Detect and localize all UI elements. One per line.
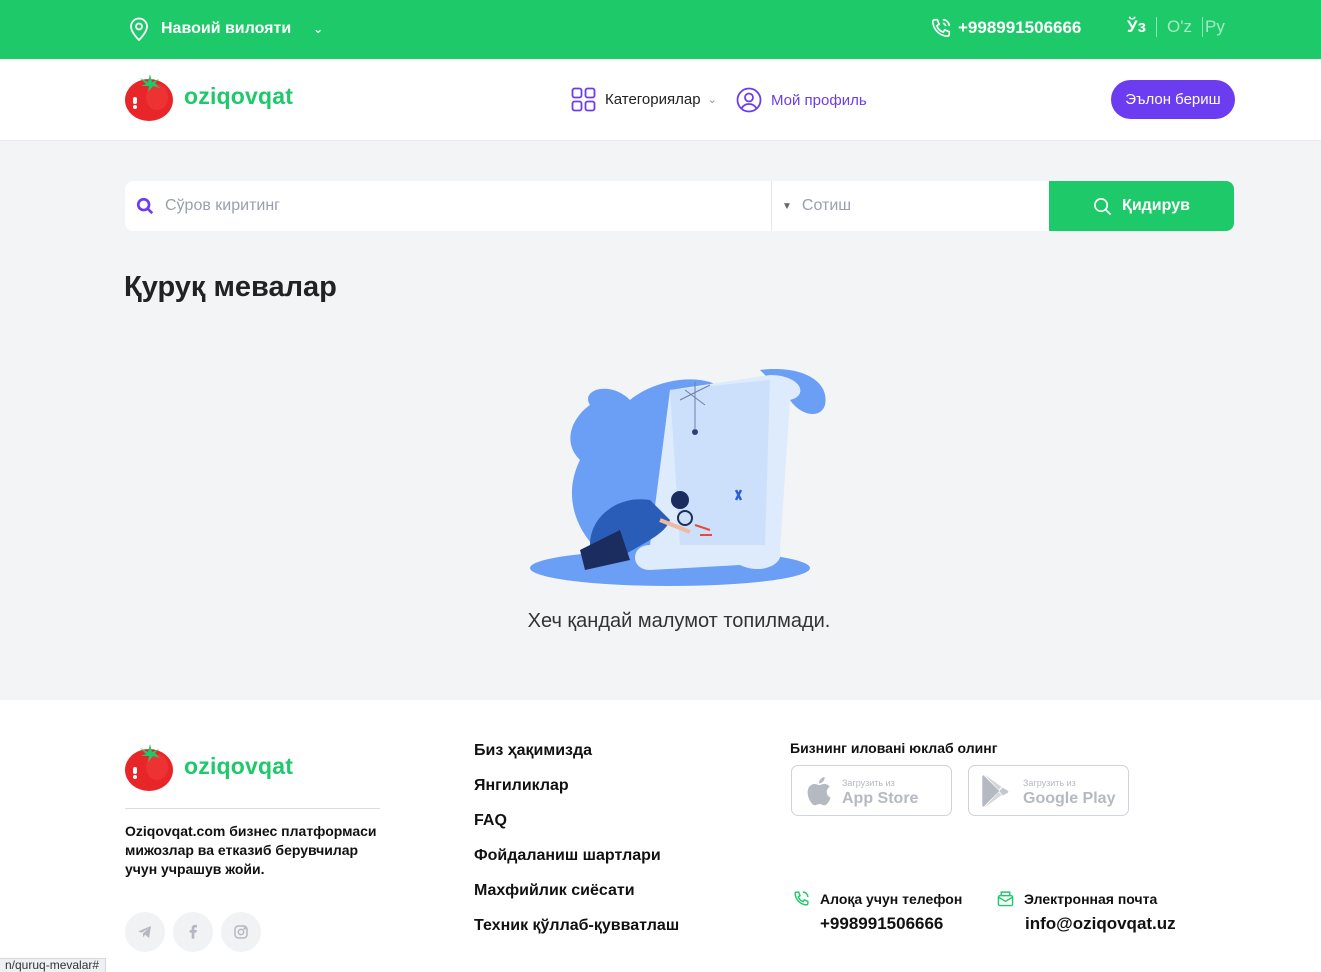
social-links [125,912,269,952]
site-logo[interactable]: oziqovqat [124,70,293,122]
tomato-logo-icon [125,744,173,791]
lang-ru[interactable]: Ру [1202,17,1235,37]
browser-status-url: n/quruq-mevalar# [0,958,107,972]
footer-link-about[interactable]: Биз ҳақимизда [474,740,679,775]
footer-email-label: Электронная почта [1024,890,1158,907]
footer-logo-text: oziqovqat [184,752,294,779]
empty-state-message: Хеч қандай малумот топилмади. [527,610,831,632]
google-play-button[interactable]: Загрузить из Google Play [968,765,1129,816]
page-title: Қуруқ мевалар [124,271,337,303]
empty-state-illustration [520,360,840,595]
footer-logo[interactable]: oziqovqat [124,740,293,792]
user-icon [736,87,762,113]
logo-text: oziqovqat [184,82,294,109]
top-bar: Навоий вилояти ⌄ +998991506666 Ўз O'z Ру [0,0,1321,59]
search-input[interactable] [165,197,725,215]
footer-link-terms[interactable]: Фойдаланиш шартлари [474,845,679,880]
mail-icon [997,891,1014,907]
main-header: oziqovqat Категориялар ⌄ Мой профиль Эъл… [0,59,1321,141]
grid-icon [571,87,596,112]
post-ad-button[interactable]: Эълон бериш [1111,80,1235,119]
search-icon [136,197,154,215]
footer-link-faq[interactable]: FAQ [474,810,679,845]
phone-icon [794,891,809,906]
location-pin-icon [130,17,148,42]
footer-divider [125,808,380,809]
google-play-icon [982,774,1009,807]
google-play-small: Загрузить из [1023,777,1076,788]
footer-email-contact: Электронная почта info@oziqovqat.uz [997,890,1176,934]
footer-about-text: Oziqovqat.com бизнес платформаси мижозла… [125,823,377,877]
search-query-field [125,181,772,231]
footer-links: Биз ҳақимизда Янгиликлар FAQ Фойдаланиш … [474,740,679,950]
apple-icon [807,776,831,805]
categories-label: Категориялар [605,91,701,108]
apps-title: Бизнинг илованi юклаб олинг [790,740,998,756]
app-store-small: Загрузить из [842,777,895,788]
app-store-label: App Store [842,789,919,807]
lang-uz-latin[interactable]: O'z [1156,17,1202,37]
facebook-icon[interactable] [173,912,213,952]
google-play-label: Google Play [1023,789,1116,807]
header-phone[interactable]: +998991506666 [930,17,1081,39]
categories-menu[interactable]: Категориялар ⌄ [571,87,717,112]
footer-phone-contact: Алоқа учун телефон +998991506666 [793,890,962,934]
footer-link-privacy[interactable]: Махфийлик сиёсати [474,880,679,915]
chevron-down-icon: ▼ [782,200,792,212]
telegram-icon[interactable] [125,912,165,952]
footer-phone-label: Алоқа учун телефон [820,890,963,907]
profile-link[interactable]: Мой профиль [736,87,867,113]
phone-icon [931,18,951,38]
lang-uz-cyrillic[interactable]: Ўз [1127,17,1156,37]
footer-email-value[interactable]: info@oziqovqat.uz [1025,914,1176,934]
language-switcher: Ўз O'z Ру [1127,17,1235,37]
search-bar: ▼ Сотиш Қидирув [125,181,1234,231]
region-label: Навоий вилояти [161,20,292,37]
search-icon [1094,197,1112,215]
search-button-label: Қидирув [1122,197,1190,214]
profile-label: Мой профиль [771,91,867,109]
sort-placeholder: Сотиш [801,197,852,214]
footer-link-news[interactable]: Янгиликлар [474,775,679,810]
tomato-logo-icon [125,74,173,121]
app-store-button[interactable]: Загрузить из App Store [791,765,952,816]
chevron-down-icon: ⌄ [313,22,324,36]
sort-select[interactable]: ▼ Сотиш [772,181,1049,231]
phone-number: +998991506666 [958,18,1082,37]
region-selector[interactable]: Навоий вилояти ⌄ [129,16,323,42]
search-button[interactable]: Қидирув [1049,181,1234,231]
chevron-down-icon: ⌄ [707,94,717,106]
footer-link-support[interactable]: Техник қўллаб-қувватлаш [474,915,679,950]
footer-phone-value[interactable]: +998991506666 [820,914,962,934]
footer: oziqovqat Oziqovqat.com бизнес платформа… [0,700,1321,972]
instagram-icon[interactable] [221,912,261,952]
